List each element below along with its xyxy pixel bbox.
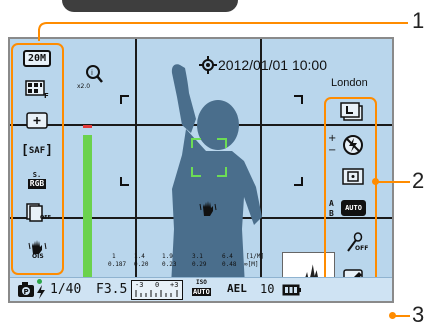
scale-distance: 0.23 [162, 261, 177, 268]
scale-top-value: 1.9 [162, 253, 173, 260]
color-space-top-label: S. [32, 171, 42, 179]
wb-a-label: A [329, 199, 334, 208]
white-balance-button[interactable]: AUTO [341, 200, 366, 216]
frame-corner [294, 95, 303, 104]
mic-off-label: OFF [355, 245, 369, 252]
color-space-button[interactable]: S. RGB [23, 169, 51, 191]
face-detect-button[interactable] [341, 167, 365, 186]
shots-remaining: 10 [260, 282, 275, 296]
callout-dot [389, 312, 396, 319]
status-bar: P 1/40 F3.5 -3 0 +3 ISO AUTO AEL 10 [10, 277, 392, 301]
magnify-icon[interactable]: i [82, 63, 104, 85]
ev-minus-label: − [328, 145, 337, 156]
aperture-value[interactable]: F3.5 [96, 282, 127, 297]
af-mode-button[interactable]: [ SAF ] [21, 141, 53, 160]
scale-distance: 0.187 [108, 261, 127, 268]
svg-text:i: i [91, 69, 93, 77]
callout-curve [38, 22, 48, 32]
ev-scale-zero: 0 [155, 281, 160, 289]
wb-auto-label: AUTO [345, 204, 362, 212]
scale-distance: 0.20 [134, 261, 149, 268]
iso-value[interactable]: AUTO [192, 288, 211, 296]
scale-distance: 0.48 [222, 261, 237, 268]
wb-b-label: B [329, 209, 334, 218]
drive-off-label: OFF [40, 215, 52, 221]
exposure-scale[interactable]: -3 0 +3 [131, 280, 183, 300]
datetime-display: 2012/01/01 10:00 [218, 57, 327, 73]
callout-number: 2 [412, 168, 425, 193]
bracket-right-icon: ] [45, 143, 53, 158]
level-indicator-peak [83, 125, 92, 128]
frame-corner [120, 95, 129, 104]
shutter-speed[interactable]: 1/40 [50, 282, 81, 297]
image-size-button[interactable] [338, 101, 366, 123]
svg-text:F: F [44, 92, 49, 99]
scale-distance: ∞[M] [244, 261, 259, 268]
location-display: London [331, 77, 368, 89]
af-frame-corner [191, 167, 201, 177]
metering-button[interactable] [25, 111, 49, 130]
callout-connector [46, 22, 408, 24]
quality-button[interactable]: F [24, 79, 50, 99]
ev-scale-max: +3 [170, 281, 179, 289]
frame-corner [120, 177, 129, 186]
metering-icon [26, 112, 48, 129]
callout-connector [376, 181, 410, 183]
scale-distance: 0.29 [192, 261, 207, 268]
frame-corner [294, 177, 303, 186]
af-frame-corner [217, 138, 227, 148]
shake-warning-icon [199, 201, 217, 216]
top-tab-decoration [62, 0, 238, 12]
bracket-left-icon: [ [21, 143, 29, 158]
image-size-icon [340, 102, 363, 121]
ev-ticks [135, 290, 178, 297]
iso-label: ISO [196, 279, 207, 286]
af-mode-label: SAF [28, 145, 46, 156]
zoom-label: x2.0 [77, 83, 91, 90]
battery-icon [282, 284, 301, 296]
flash-off-icon [343, 135, 363, 155]
flash-status-icon [37, 285, 45, 299]
face-detection-icon [342, 168, 364, 185]
ael-indicator: AEL [227, 282, 247, 295]
af-frame-corner [217, 167, 227, 177]
af-frame-corner [191, 138, 201, 148]
svg-text:P: P [24, 288, 29, 296]
ev-plus-label: + [328, 133, 337, 144]
program-mode-icon[interactable]: P [16, 281, 38, 299]
scale-top-value: 3.1 [192, 253, 203, 260]
ev-scale-min: -3 [135, 281, 144, 289]
gps-status-dot [37, 279, 42, 284]
callout-number: 3 [412, 302, 425, 327]
quality-icon: F [25, 80, 49, 99]
callout-dot [372, 178, 379, 185]
scale-top-value: 1.4 [134, 253, 145, 260]
resolution-button[interactable]: 20M [23, 50, 51, 67]
scale-top-value: [1/M] [246, 253, 265, 260]
scale-top-value: 6.4 [222, 253, 233, 260]
ois-label: OIS [32, 253, 44, 260]
flash-off-button[interactable] [341, 133, 365, 157]
gps-icon [199, 56, 217, 74]
camera-screen: i x2.0 2012/01/01 10:00 London 1 1.4 1.9… [8, 37, 394, 303]
callout-number: 1 [412, 8, 425, 33]
resolution-label: 20M [27, 53, 47, 64]
scale-top-value: 1 [112, 253, 116, 260]
color-space-label: RGB [27, 179, 47, 189]
